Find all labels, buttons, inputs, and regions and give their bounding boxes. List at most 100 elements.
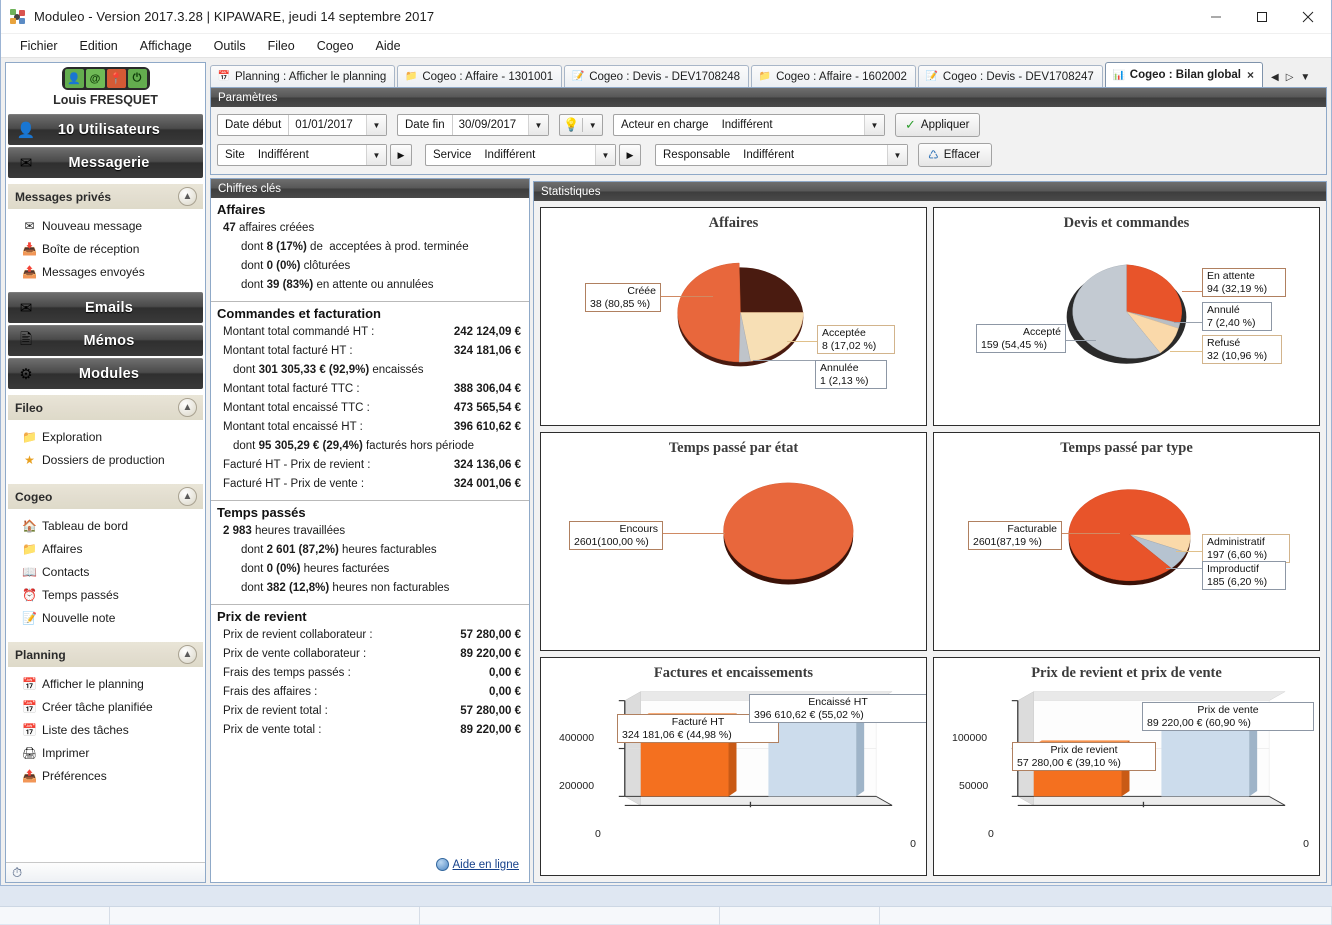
leader-line bbox=[1062, 533, 1120, 534]
sidebar-item-tableau-de-bord[interactable]: 🏠 Tableau de bord bbox=[6, 514, 205, 537]
sidebar-item-affaires[interactable]: 📁 Affaires bbox=[6, 537, 205, 560]
chevron-down-icon[interactable]: ▼ bbox=[366, 115, 386, 135]
date-fin-field[interactable]: Date fin 30/09/2017 ▼ bbox=[397, 114, 549, 136]
hint-toggle-group[interactable]: 💡 ▼ bbox=[559, 114, 603, 136]
chevron-down-icon[interactable]: ▼ bbox=[864, 115, 884, 135]
sidebar-group-planning[interactable]: Planning ▲ bbox=[8, 642, 203, 667]
globe-icon bbox=[435, 858, 449, 871]
apply-button[interactable]: ✓ Appliquer bbox=[895, 113, 980, 137]
chevron-down-icon[interactable]: ▼ bbox=[366, 145, 386, 165]
sidebar-band-utilisateurs[interactable]: 👤 10 Utilisateurs bbox=[8, 114, 203, 145]
chevron-down-icon[interactable]: ▼ bbox=[583, 115, 602, 135]
service-detail-button[interactable]: ▶ bbox=[619, 144, 641, 166]
acteur-en-charge-field[interactable]: Acteur en charge Indifférent ▼ bbox=[613, 114, 885, 136]
chart-factures-encaissements[interactable]: Factures et encaissements 400000 200000 … bbox=[540, 657, 927, 876]
key-row-label: Prix de vente collaborateur : bbox=[223, 648, 367, 660]
sidebar-item-contacts[interactable]: 📖 Contacts bbox=[6, 560, 205, 583]
map-icon[interactable]: 📍 bbox=[106, 69, 126, 88]
chart-label-administratif: Administratif 197 (6,60 %) bbox=[1202, 534, 1290, 563]
sidebar-band-messagerie[interactable]: ✉ Messagerie bbox=[8, 147, 203, 178]
sidebar-item-afficher-planning[interactable]: 📅 Afficher le planning bbox=[6, 672, 205, 695]
sidebar-item-label: Nouveau message bbox=[42, 218, 143, 233]
lightbulb-icon[interactable]: 💡 bbox=[560, 117, 582, 133]
menu-edition[interactable]: Edition bbox=[69, 36, 129, 56]
responsable-field[interactable]: Responsable Indifférent ▼ bbox=[655, 144, 908, 166]
key-row-label: Prix de revient collaborateur : bbox=[223, 629, 373, 641]
menu-cogeo[interactable]: Cogeo bbox=[306, 36, 365, 56]
chart-temps-par-type[interactable]: Temps passé par type Facturable 2601(87,… bbox=[933, 432, 1320, 651]
chart-prix-revient-vente[interactable]: Prix de revient et prix de vente 100000 … bbox=[933, 657, 1320, 876]
tab-prev-icon[interactable]: ◀ bbox=[1271, 72, 1279, 83]
clear-button[interactable]: ♺ Effacer bbox=[918, 143, 992, 167]
site-detail-button[interactable]: ▶ bbox=[390, 144, 412, 166]
tab-affaire-1301001[interactable]: 📁 Cogeo : Affaire - 1301001 bbox=[397, 65, 563, 87]
at-icon: ✉ bbox=[19, 300, 33, 317]
tab-label: Cogeo : Affaire - 1301001 bbox=[422, 70, 554, 83]
power-icon[interactable]: ⏻ bbox=[127, 69, 147, 88]
chevron-up-icon[interactable]: ▲ bbox=[178, 645, 197, 664]
menu-outils[interactable]: Outils bbox=[203, 36, 257, 56]
sidebar-item-temps-passes[interactable]: ⏰ Temps passés bbox=[6, 583, 205, 606]
date-debut-value[interactable]: 01/01/2017 bbox=[288, 115, 366, 135]
date-fin-value[interactable]: 30/09/2017 bbox=[451, 115, 528, 135]
tab-next-icon[interactable]: ▷ bbox=[1286, 72, 1294, 83]
acteur-en-charge-value[interactable]: Indifférent bbox=[716, 115, 864, 135]
sidebar-item-liste-taches[interactable]: 📅 Liste des tâches bbox=[6, 718, 205, 741]
background-cell bbox=[720, 906, 880, 925]
help-link[interactable]: Aide en ligne bbox=[435, 858, 519, 871]
sidebar-item-creer-tache[interactable]: 📅 Créer tâche planifiée bbox=[6, 695, 205, 718]
chevron-down-icon[interactable]: ▼ bbox=[595, 145, 615, 165]
chart-label-value: 324 181,06 € (44,98 %) bbox=[622, 728, 732, 741]
sidebar-item-preferences[interactable]: 📤 Préférences bbox=[6, 764, 205, 787]
date-debut-field[interactable]: Date début 01/01/2017 ▼ bbox=[217, 114, 387, 136]
minimize-button[interactable] bbox=[1193, 0, 1239, 34]
sidebar-item-imprimer[interactable]: 🖨 Imprimer bbox=[6, 741, 205, 764]
tab-planning-afficher[interactable]: 📅 Planning : Afficher le planning bbox=[210, 65, 396, 87]
maximize-button[interactable] bbox=[1239, 0, 1285, 34]
tab-devis-dev1708247[interactable]: 📝 Cogeo : Devis - DEV1708247 bbox=[917, 65, 1103, 87]
service-field[interactable]: Service Indifférent ▼ bbox=[425, 144, 616, 166]
at-icon[interactable]: @ bbox=[85, 69, 105, 88]
contact-icon[interactable]: 👤 bbox=[64, 69, 84, 88]
key-row-value: 89 220,00 € bbox=[460, 648, 521, 660]
service-value[interactable]: Indifférent bbox=[478, 145, 595, 165]
sidebar-group-cogeo[interactable]: Cogeo ▲ bbox=[8, 484, 203, 509]
chart-label-value: 38 (80,85 %) bbox=[590, 297, 651, 310]
sidebar-band-memos[interactable]: 🖹 Mémos bbox=[8, 325, 203, 356]
sidebar-item-nouvelle-note[interactable]: 📝 Nouvelle note bbox=[6, 606, 205, 629]
menu-fileo[interactable]: Fileo bbox=[257, 36, 306, 56]
menu-fichier[interactable]: Fichier bbox=[9, 36, 69, 56]
tab-affaire-1602002[interactable]: 📁 Cogeo : Affaire - 1602002 bbox=[751, 65, 916, 87]
sidebar-item-label: Liste des tâches bbox=[42, 722, 129, 737]
sidebar-item-nouveau-message[interactable]: ✉ Nouveau message bbox=[6, 214, 205, 237]
site-value[interactable]: Indifférent bbox=[252, 145, 366, 165]
menu-aide[interactable]: Aide bbox=[365, 36, 412, 56]
close-button[interactable] bbox=[1285, 0, 1331, 34]
sidebar-item-boite-reception[interactable]: 📥 Boîte de réception bbox=[6, 237, 205, 260]
sidebar-band-modules[interactable]: ⚙ Modules bbox=[8, 358, 203, 389]
site-field[interactable]: Site Indifférent ▼ bbox=[217, 144, 387, 166]
sidebar-item-dossiers-production[interactable]: ★ Dossiers de production bbox=[6, 448, 205, 471]
tab-close-icon[interactable]: × bbox=[1247, 68, 1254, 82]
chart-affaires[interactable]: Affaires Créée 38 (80,85 %) Acceptée 8 (… bbox=[540, 207, 927, 426]
key-line: dont 0 (0%) heures facturées bbox=[241, 563, 390, 575]
chevron-up-icon[interactable]: ▲ bbox=[178, 187, 197, 206]
chart-devis-commandes[interactable]: Devis et commandes En attente 94 (32,19 … bbox=[933, 207, 1320, 426]
sidebar-band-label: Modules bbox=[78, 366, 140, 382]
chart-temps-par-etat[interactable]: Temps passé par état Encours 2601(100,00… bbox=[540, 432, 927, 651]
menu-affichage[interactable]: Affichage bbox=[129, 36, 203, 56]
chevron-up-icon[interactable]: ▲ bbox=[178, 487, 197, 506]
sidebar-group-fileo[interactable]: Fileo ▲ bbox=[8, 395, 203, 420]
sidebar-item-messages-envoyes[interactable]: 📤 Messages envoyés bbox=[6, 260, 205, 283]
sidebar-band-emails[interactable]: ✉ Emails bbox=[8, 292, 203, 323]
tab-bilan-global[interactable]: 📊 Cogeo : Bilan global × bbox=[1104, 62, 1263, 87]
tab-menu-icon[interactable]: ▼ bbox=[1300, 72, 1310, 83]
chevron-up-icon[interactable]: ▲ bbox=[178, 398, 197, 417]
sidebar-item-exploration[interactable]: 📁 Exploration bbox=[6, 425, 205, 448]
chevron-down-icon[interactable]: ▼ bbox=[528, 115, 548, 135]
responsable-value[interactable]: Indifférent bbox=[737, 145, 887, 165]
sidebar-group-messages-prives[interactable]: Messages privés ▲ bbox=[8, 184, 203, 209]
tab-devis-dev1708248[interactable]: 📝 Cogeo : Devis - DEV1708248 bbox=[564, 65, 750, 87]
chevron-down-icon[interactable]: ▼ bbox=[887, 145, 907, 165]
key-row: Montant total facturé TTC : 388 306,04 € bbox=[217, 380, 521, 399]
